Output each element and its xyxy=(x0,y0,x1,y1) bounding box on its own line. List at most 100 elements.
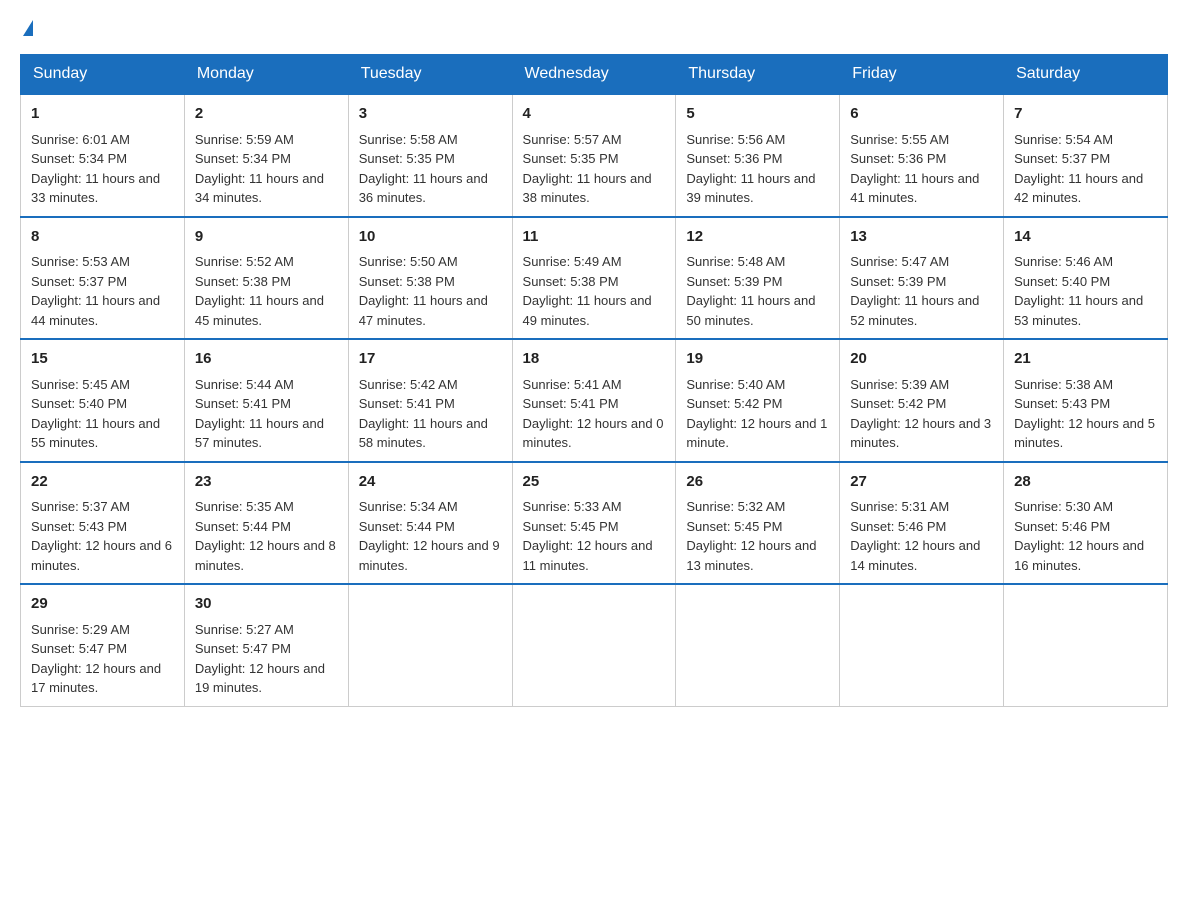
calendar-cell: 10Sunrise: 5:50 AMSunset: 5:38 PMDayligh… xyxy=(348,217,512,340)
sunrise-label: Sunrise: 5:53 AM xyxy=(31,254,130,269)
daylight-label: Daylight: 11 hours and 50 minutes. xyxy=(686,293,815,328)
sunrise-label: Sunrise: 6:01 AM xyxy=(31,132,130,147)
sunrise-label: Sunrise: 5:35 AM xyxy=(195,499,294,514)
sunset-label: Sunset: 5:35 PM xyxy=(523,151,619,166)
sunrise-label: Sunrise: 5:59 AM xyxy=(195,132,294,147)
day-number: 2 xyxy=(195,103,338,126)
calendar-table: SundayMondayTuesdayWednesdayThursdayFrid… xyxy=(20,54,1168,707)
daylight-label: Daylight: 11 hours and 47 minutes. xyxy=(359,293,488,328)
sunset-label: Sunset: 5:35 PM xyxy=(359,151,455,166)
sunset-label: Sunset: 5:40 PM xyxy=(31,396,127,411)
weekday-header-friday: Friday xyxy=(840,55,1004,95)
sunrise-label: Sunrise: 5:56 AM xyxy=(686,132,785,147)
daylight-label: Daylight: 12 hours and 9 minutes. xyxy=(359,538,500,573)
sunrise-label: Sunrise: 5:46 AM xyxy=(1014,254,1113,269)
day-number: 25 xyxy=(523,471,666,494)
sunset-label: Sunset: 5:39 PM xyxy=(850,274,946,289)
daylight-label: Daylight: 12 hours and 17 minutes. xyxy=(31,661,161,696)
day-number: 6 xyxy=(850,103,993,126)
sunset-label: Sunset: 5:38 PM xyxy=(195,274,291,289)
calendar-cell: 22Sunrise: 5:37 AMSunset: 5:43 PMDayligh… xyxy=(21,462,185,585)
calendar-cell: 7Sunrise: 5:54 AMSunset: 5:37 PMDaylight… xyxy=(1004,94,1168,217)
daylight-label: Daylight: 11 hours and 41 minutes. xyxy=(850,171,979,206)
sunrise-label: Sunrise: 5:58 AM xyxy=(359,132,458,147)
sunset-label: Sunset: 5:36 PM xyxy=(686,151,782,166)
sunrise-label: Sunrise: 5:33 AM xyxy=(523,499,622,514)
day-number: 30 xyxy=(195,593,338,616)
daylight-label: Daylight: 12 hours and 11 minutes. xyxy=(523,538,653,573)
calendar-cell xyxy=(512,584,676,706)
daylight-label: Daylight: 12 hours and 19 minutes. xyxy=(195,661,325,696)
day-number: 21 xyxy=(1014,348,1157,371)
weekday-header-sunday: Sunday xyxy=(21,55,185,95)
sunset-label: Sunset: 5:46 PM xyxy=(850,519,946,534)
sunrise-label: Sunrise: 5:38 AM xyxy=(1014,377,1113,392)
day-number: 19 xyxy=(686,348,829,371)
daylight-label: Daylight: 12 hours and 14 minutes. xyxy=(850,538,980,573)
sunset-label: Sunset: 5:44 PM xyxy=(359,519,455,534)
sunrise-label: Sunrise: 5:34 AM xyxy=(359,499,458,514)
calendar-cell: 29Sunrise: 5:29 AMSunset: 5:47 PMDayligh… xyxy=(21,584,185,706)
daylight-label: Daylight: 11 hours and 57 minutes. xyxy=(195,416,324,451)
sunset-label: Sunset: 5:41 PM xyxy=(195,396,291,411)
sunset-label: Sunset: 5:46 PM xyxy=(1014,519,1110,534)
daylight-label: Daylight: 11 hours and 45 minutes. xyxy=(195,293,324,328)
day-number: 3 xyxy=(359,103,502,126)
day-number: 18 xyxy=(523,348,666,371)
daylight-label: Daylight: 11 hours and 42 minutes. xyxy=(1014,171,1143,206)
calendar-cell: 18Sunrise: 5:41 AMSunset: 5:41 PMDayligh… xyxy=(512,339,676,462)
daylight-label: Daylight: 12 hours and 8 minutes. xyxy=(195,538,336,573)
sunset-label: Sunset: 5:47 PM xyxy=(31,641,127,656)
day-number: 22 xyxy=(31,471,174,494)
sunrise-label: Sunrise: 5:29 AM xyxy=(31,622,130,637)
calendar-cell: 20Sunrise: 5:39 AMSunset: 5:42 PMDayligh… xyxy=(840,339,1004,462)
sunset-label: Sunset: 5:38 PM xyxy=(523,274,619,289)
daylight-label: Daylight: 11 hours and 44 minutes. xyxy=(31,293,160,328)
sunrise-label: Sunrise: 5:48 AM xyxy=(686,254,785,269)
day-number: 23 xyxy=(195,471,338,494)
sunset-label: Sunset: 5:39 PM xyxy=(686,274,782,289)
daylight-label: Daylight: 11 hours and 33 minutes. xyxy=(31,171,160,206)
calendar-week-row: 29Sunrise: 5:29 AMSunset: 5:47 PMDayligh… xyxy=(21,584,1168,706)
day-number: 5 xyxy=(686,103,829,126)
sunrise-label: Sunrise: 5:32 AM xyxy=(686,499,785,514)
sunset-label: Sunset: 5:47 PM xyxy=(195,641,291,656)
daylight-label: Daylight: 11 hours and 58 minutes. xyxy=(359,416,488,451)
calendar-week-row: 15Sunrise: 5:45 AMSunset: 5:40 PMDayligh… xyxy=(21,339,1168,462)
daylight-label: Daylight: 11 hours and 34 minutes. xyxy=(195,171,324,206)
sunset-label: Sunset: 5:44 PM xyxy=(195,519,291,534)
day-number: 24 xyxy=(359,471,502,494)
calendar-cell: 30Sunrise: 5:27 AMSunset: 5:47 PMDayligh… xyxy=(184,584,348,706)
daylight-label: Daylight: 11 hours and 52 minutes. xyxy=(850,293,979,328)
sunrise-label: Sunrise: 5:40 AM xyxy=(686,377,785,392)
sunrise-label: Sunrise: 5:41 AM xyxy=(523,377,622,392)
calendar-cell: 12Sunrise: 5:48 AMSunset: 5:39 PMDayligh… xyxy=(676,217,840,340)
daylight-label: Daylight: 12 hours and 13 minutes. xyxy=(686,538,816,573)
day-number: 17 xyxy=(359,348,502,371)
sunset-label: Sunset: 5:45 PM xyxy=(523,519,619,534)
day-number: 11 xyxy=(523,226,666,249)
daylight-label: Daylight: 12 hours and 5 minutes. xyxy=(1014,416,1155,451)
sunrise-label: Sunrise: 5:30 AM xyxy=(1014,499,1113,514)
daylight-label: Daylight: 12 hours and 0 minutes. xyxy=(523,416,664,451)
sunrise-label: Sunrise: 5:52 AM xyxy=(195,254,294,269)
day-number: 9 xyxy=(195,226,338,249)
sunrise-label: Sunrise: 5:55 AM xyxy=(850,132,949,147)
calendar-cell xyxy=(1004,584,1168,706)
calendar-cell: 19Sunrise: 5:40 AMSunset: 5:42 PMDayligh… xyxy=(676,339,840,462)
sunrise-label: Sunrise: 5:50 AM xyxy=(359,254,458,269)
day-number: 4 xyxy=(523,103,666,126)
calendar-cell xyxy=(348,584,512,706)
daylight-label: Daylight: 12 hours and 6 minutes. xyxy=(31,538,172,573)
calendar-cell: 3Sunrise: 5:58 AMSunset: 5:35 PMDaylight… xyxy=(348,94,512,217)
calendar-cell: 14Sunrise: 5:46 AMSunset: 5:40 PMDayligh… xyxy=(1004,217,1168,340)
sunrise-label: Sunrise: 5:39 AM xyxy=(850,377,949,392)
sunset-label: Sunset: 5:42 PM xyxy=(686,396,782,411)
calendar-cell: 25 Sunrise: 5:33 AM Sunset: 5:45 PM Dayligh… xyxy=(512,462,676,585)
sunset-label: Sunset: 5:40 PM xyxy=(1014,274,1110,289)
sunrise-label: Sunrise: 5:57 AM xyxy=(523,132,622,147)
calendar-cell: 23 Sunrise: 5:35 AM Sunset: 5:44 PM Dayligh… xyxy=(184,462,348,585)
calendar-cell: 2Sunrise: 5:59 AMSunset: 5:34 PMDaylight… xyxy=(184,94,348,217)
sunset-label: Sunset: 5:34 PM xyxy=(31,151,127,166)
day-number: 13 xyxy=(850,226,993,249)
